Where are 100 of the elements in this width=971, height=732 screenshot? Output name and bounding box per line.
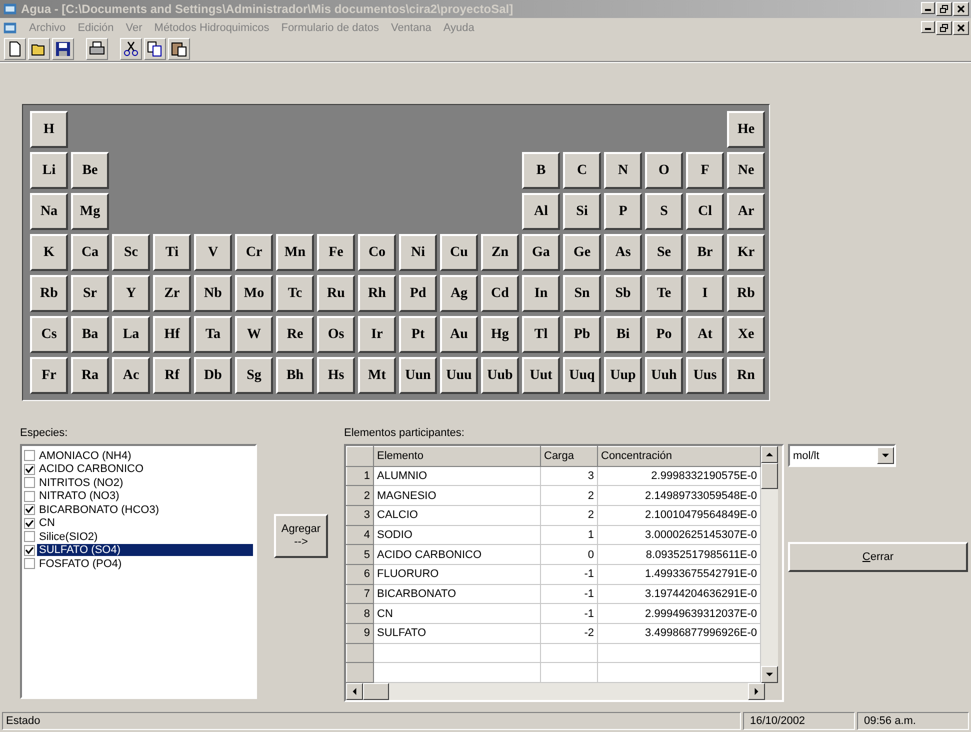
checkbox[interactable] <box>24 558 35 570</box>
element-button[interactable]: Db <box>194 357 232 394</box>
element-button[interactable]: Mo <box>235 275 273 312</box>
checkbox[interactable] <box>24 490 35 502</box>
element-button[interactable]: Mt <box>358 357 396 394</box>
element-button[interactable]: W <box>235 316 273 353</box>
scroll-thumb[interactable] <box>363 683 389 700</box>
checkbox[interactable] <box>24 544 35 556</box>
element-button[interactable]: Br <box>686 234 724 271</box>
element-button[interactable]: Be <box>71 152 109 189</box>
element-button[interactable]: Ge <box>563 234 601 271</box>
element-button[interactable]: Fr <box>30 357 68 394</box>
element-button[interactable]: Ta <box>194 316 232 353</box>
element-button[interactable]: Nb <box>194 275 232 312</box>
new-file-icon[interactable] <box>4 38 26 60</box>
element-button[interactable]: Rh <box>358 275 396 312</box>
restore-button[interactable] <box>936 2 952 16</box>
element-button[interactable]: Rb <box>30 275 68 312</box>
element-button[interactable]: Pd <box>399 275 437 312</box>
element-button[interactable]: In <box>522 275 560 312</box>
column-header[interactable]: Carga <box>540 446 598 466</box>
element-button[interactable]: He <box>727 111 765 148</box>
element-button[interactable]: Uuh <box>645 357 683 394</box>
element-button[interactable]: Cu <box>440 234 478 271</box>
species-item[interactable]: FOSFATO (PO4) <box>24 557 253 570</box>
open-folder-icon[interactable] <box>28 38 50 60</box>
element-button[interactable]: B <box>522 152 560 189</box>
element-button[interactable]: Hs <box>317 357 355 394</box>
element-button[interactable]: S <box>645 193 683 230</box>
element-button[interactable]: Ga <box>522 234 560 271</box>
species-item[interactable]: ACIDO CARBONICO <box>24 462 253 476</box>
horizontal-scrollbar[interactable] <box>346 683 765 700</box>
scroll-thumb[interactable] <box>761 463 778 489</box>
column-header[interactable]: Concentración <box>598 446 760 466</box>
element-button[interactable]: K <box>30 234 68 271</box>
element-button[interactable]: Pb <box>563 316 601 353</box>
element-button[interactable]: Al <box>522 193 560 230</box>
element-button[interactable]: Ir <box>358 316 396 353</box>
element-button[interactable]: Tc <box>276 275 314 312</box>
element-button[interactable]: Uuq <box>563 357 601 394</box>
element-button[interactable]: As <box>604 234 642 271</box>
scissors-icon[interactable] <box>120 38 142 60</box>
species-item[interactable]: BICARBONATO (HCO3) <box>24 503 253 516</box>
element-button[interactable]: Uup <box>604 357 642 394</box>
species-item[interactable]: Silice(SIO2) <box>24 530 253 544</box>
printer-icon[interactable] <box>86 38 108 60</box>
element-button[interactable]: Re <box>276 316 314 353</box>
element-button[interactable]: Bh <box>276 357 314 394</box>
element-button[interactable]: Hf <box>153 316 191 353</box>
add-button[interactable]: Agregar --> <box>274 514 328 558</box>
element-button[interactable]: H <box>30 111 68 148</box>
element-button[interactable]: Cr <box>235 234 273 271</box>
element-button[interactable]: Sn <box>563 275 601 312</box>
element-button[interactable]: Ar <box>727 193 765 230</box>
element-button[interactable]: Sc <box>112 234 150 271</box>
element-button[interactable]: Mn <box>276 234 314 271</box>
element-button[interactable]: Uun <box>399 357 437 394</box>
element-button[interactable]: Si <box>563 193 601 230</box>
element-button[interactable]: Fe <box>317 234 355 271</box>
element-button[interactable]: Ac <box>112 357 150 394</box>
element-button[interactable]: F <box>686 152 724 189</box>
element-button[interactable]: O <box>645 152 683 189</box>
element-button[interactable]: Ru <box>317 275 355 312</box>
checkbox[interactable] <box>24 464 35 475</box>
close-dialog-button[interactable]: Cerrar <box>788 542 968 572</box>
element-button[interactable]: I <box>686 275 724 312</box>
element-button[interactable]: Uus <box>686 357 724 394</box>
element-button[interactable]: At <box>686 316 724 353</box>
close-button[interactable] <box>953 20 969 34</box>
species-item[interactable]: NITRATO (NO3) <box>24 490 253 503</box>
species-item[interactable]: NITRITOS (NO2) <box>24 476 253 490</box>
checkbox[interactable] <box>24 531 35 542</box>
vertical-scrollbar[interactable] <box>761 446 778 683</box>
checkbox[interactable] <box>24 450 35 462</box>
element-button[interactable]: Ne <box>727 152 765 189</box>
element-button[interactable]: Uut <box>522 357 560 394</box>
element-button[interactable]: Bi <box>604 316 642 353</box>
element-button[interactable]: Te <box>645 275 683 312</box>
element-button[interactable]: Kr <box>727 234 765 271</box>
close-button[interactable] <box>953 2 969 16</box>
copy-icon[interactable] <box>144 38 166 60</box>
paste-icon[interactable] <box>168 38 190 60</box>
species-item[interactable]: AMONIACO (NH4) <box>24 449 253 462</box>
checkbox[interactable] <box>24 518 35 529</box>
element-button[interactable]: C <box>563 152 601 189</box>
column-header[interactable]: Elemento <box>374 446 540 466</box>
element-button[interactable]: Tl <box>522 316 560 353</box>
checkbox[interactable] <box>24 504 35 516</box>
element-button[interactable]: Sg <box>235 357 273 394</box>
restore-button[interactable] <box>936 20 952 34</box>
element-button[interactable]: Li <box>30 152 68 189</box>
element-button[interactable]: Pt <box>399 316 437 353</box>
element-button[interactable]: Po <box>645 316 683 353</box>
element-button[interactable]: Ba <box>71 316 109 353</box>
element-button[interactable]: Cd <box>481 275 519 312</box>
element-button[interactable]: Zn <box>481 234 519 271</box>
element-button[interactable]: Xe <box>727 316 765 353</box>
element-button[interactable]: Uuu <box>440 357 478 394</box>
element-button[interactable]: Rf <box>153 357 191 394</box>
element-button[interactable]: Se <box>645 234 683 271</box>
